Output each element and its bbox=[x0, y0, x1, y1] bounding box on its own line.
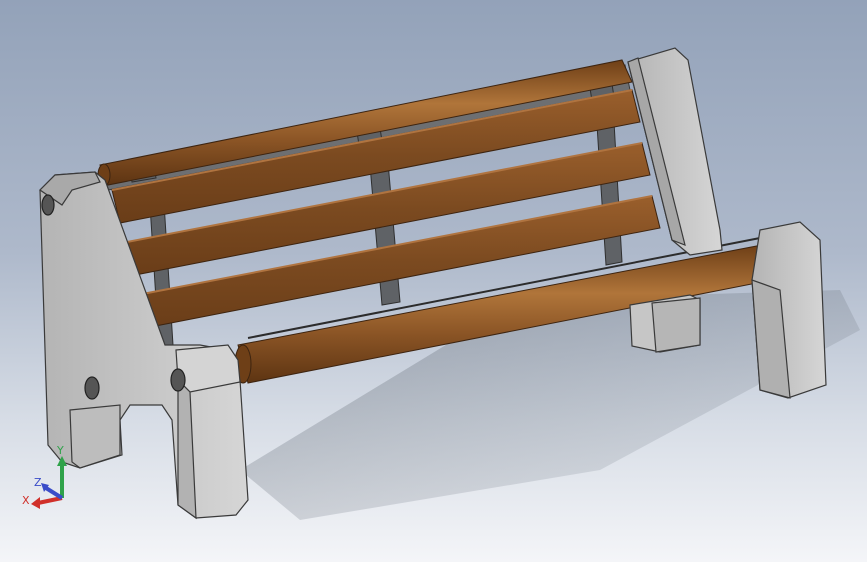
axis-triad: Y Z X bbox=[22, 444, 67, 509]
x-axis-arrow bbox=[31, 496, 63, 509]
x-axis-label: X bbox=[22, 494, 30, 507]
z-axis-label: Z bbox=[34, 476, 42, 489]
y-axis-label: Y bbox=[56, 444, 64, 457]
cad-viewport[interactable]: Y Z X bbox=[0, 0, 867, 562]
y-axis-arrow bbox=[57, 456, 67, 498]
z-axis-arrow bbox=[41, 483, 64, 500]
